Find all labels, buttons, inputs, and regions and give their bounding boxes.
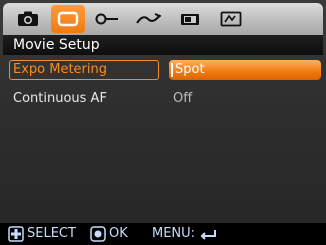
- camera-menu-screen: Movie Setup Expo Metering Spot Continuou…: [0, 0, 326, 245]
- settings-card-icon: [220, 11, 242, 27]
- return-icon: [200, 230, 217, 240]
- tab-movie[interactable]: [51, 5, 85, 33]
- menu-item-label: Expo Metering: [13, 62, 108, 77]
- menu-item-continuous-af[interactable]: Continuous AF Off: [3, 88, 323, 110]
- key-icon: [95, 13, 118, 25]
- playback-icon: [181, 14, 199, 25]
- menu-item-expo-metering[interactable]: Expo Metering Spot: [3, 59, 323, 81]
- page-title: Movie Setup: [3, 35, 323, 55]
- hint-menu-label: MENU:: [152, 226, 196, 241]
- tab-camera[interactable]: [11, 3, 45, 35]
- menu-item-value[interactable]: Spot: [175, 59, 205, 81]
- tab-settings[interactable]: [215, 3, 247, 35]
- dpad-icon: [8, 226, 24, 242]
- menu-item-value[interactable]: Off: [173, 88, 192, 110]
- tab-playback[interactable]: [173, 3, 207, 35]
- camera-icon: [18, 11, 38, 26]
- menu-item-label: Continuous AF: [13, 91, 107, 106]
- tab-key[interactable]: [91, 3, 123, 35]
- tab-curve[interactable]: [131, 3, 165, 35]
- hint-ok: OK: [90, 223, 128, 245]
- hint-ok-label: OK: [109, 226, 128, 241]
- hint-select: SELECT: [8, 223, 76, 245]
- hint-select-label: SELECT: [27, 226, 76, 241]
- selection-cursor: [171, 63, 173, 77]
- ok-button-icon: [90, 226, 106, 242]
- button-hint-bar: SELECT OK MENU:: [0, 223, 326, 245]
- movie-icon: [57, 11, 79, 27]
- hint-menu: MENU:: [152, 223, 218, 245]
- curve-icon: [136, 13, 161, 24]
- tab-bar: [3, 3, 323, 35]
